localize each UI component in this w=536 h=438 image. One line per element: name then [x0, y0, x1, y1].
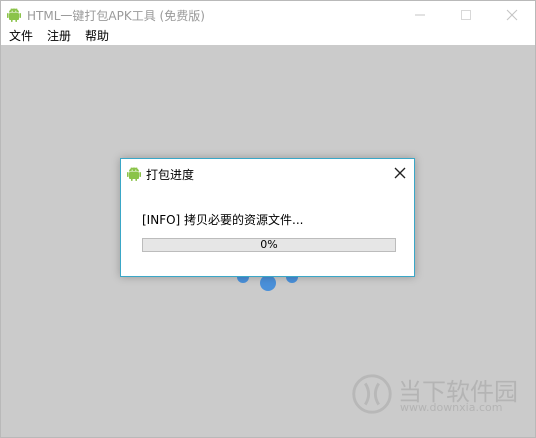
progress-bar: 0%	[142, 238, 396, 252]
dialog-close-icon[interactable]	[393, 166, 407, 180]
maximize-icon[interactable]	[443, 1, 489, 29]
progress-label: 0%	[260, 238, 278, 251]
watermark: 当下软件园 www.downxia.com	[348, 370, 523, 420]
dialog-title: 打包进度	[146, 168, 195, 182]
watermark-url: www.downxia.com	[400, 401, 503, 414]
menu-bar: 文件 注册 帮助	[1, 29, 535, 45]
android-icon	[7, 8, 21, 22]
status-message: [INFO] 拷贝必要的资源文件...	[142, 213, 304, 227]
android-icon	[127, 167, 141, 181]
progress-dialog: 打包进度 [INFO] 拷贝必要的资源文件... 0%	[120, 158, 415, 277]
menu-help[interactable]: 帮助	[85, 29, 109, 43]
title-bar[interactable]: HTML一键打包APK工具 (免费版)	[1, 1, 535, 29]
close-icon[interactable]	[489, 1, 535, 29]
watermark-logo-icon	[352, 374, 392, 414]
menu-file[interactable]: 文件	[9, 29, 33, 43]
window-title: HTML一键打包APK工具 (免费版)	[27, 9, 205, 23]
minimize-icon[interactable]	[397, 1, 443, 29]
menu-register[interactable]: 注册	[47, 29, 71, 43]
